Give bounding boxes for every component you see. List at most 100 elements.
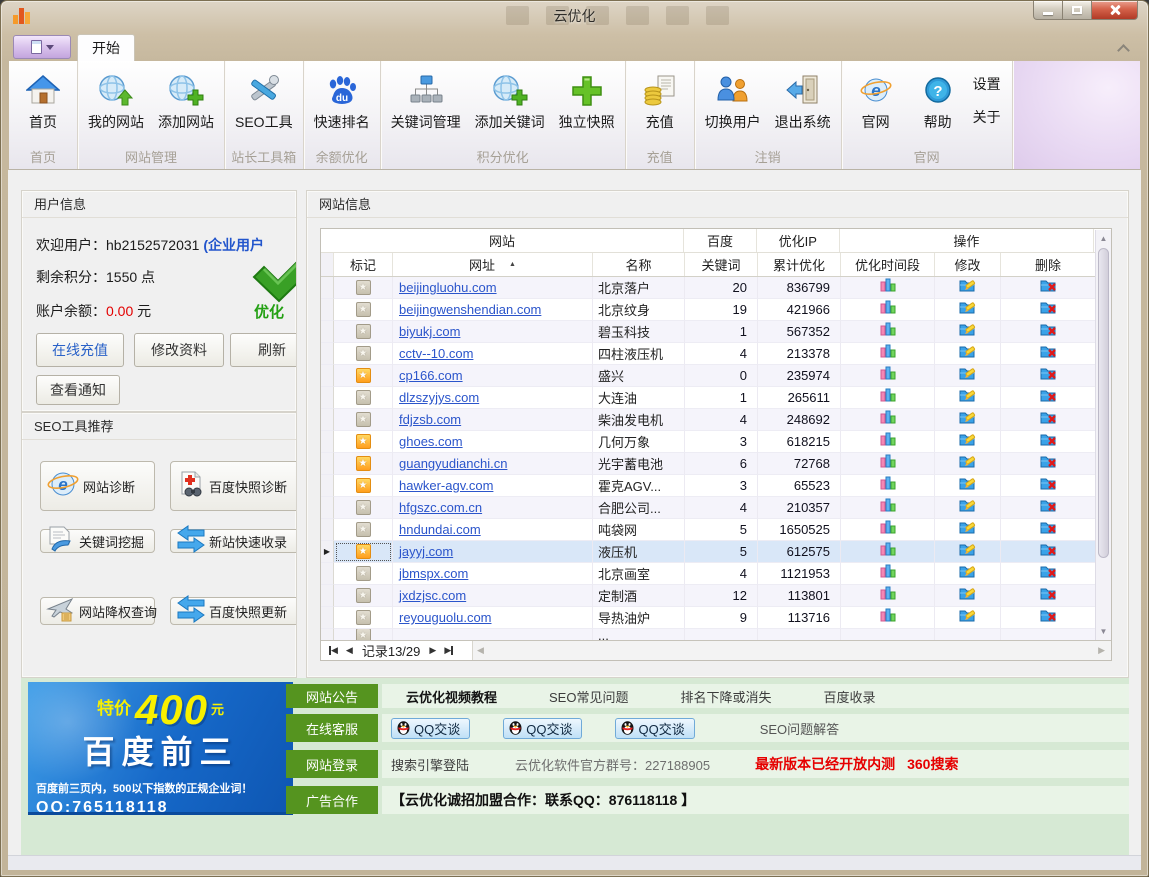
edit-button[interactable]	[959, 498, 976, 517]
delete-button[interactable]	[1040, 608, 1057, 627]
search-engine-login-link[interactable]: 搜索引擎登陆	[391, 755, 469, 774]
ribbon-item-add-keyword[interactable]: 添加关键词	[468, 66, 552, 134]
table-row[interactable]: ▶★jayyj.com液压机5612575	[321, 541, 1111, 563]
delete-button[interactable]	[1040, 344, 1057, 363]
announcement-link[interactable]: SEO常见问题	[549, 687, 628, 706]
qq-chat-button[interactable]: QQ交谈	[503, 718, 582, 739]
qq-chat-button[interactable]: QQ交谈	[615, 718, 694, 739]
ribbon-item-quick-rank[interactable]: du快速排名	[307, 66, 377, 134]
ribbon-collapse-button[interactable]	[1118, 44, 1128, 54]
edit-button[interactable]	[959, 476, 976, 495]
optimize-period-chart-icon[interactable]	[880, 498, 896, 517]
star-toggle[interactable]: ★	[356, 478, 371, 493]
so360-highlight-text[interactable]: 360搜索	[907, 754, 958, 774]
delete-button[interactable]	[1040, 366, 1057, 385]
star-toggle[interactable]: ★	[356, 324, 371, 339]
star-toggle[interactable]: ★	[356, 280, 371, 295]
seo-tool-button-fast-index[interactable]: 新站快速收录	[170, 529, 297, 553]
edit-button[interactable]	[959, 564, 976, 583]
edit-button[interactable]	[959, 454, 976, 473]
site-url-link[interactable]: cctv--10.com	[399, 346, 473, 361]
column-header-name[interactable]: 名称	[593, 253, 685, 276]
edit-button[interactable]	[959, 388, 976, 407]
ribbon-item-help[interactable]: ?帮助	[907, 66, 969, 134]
view-notice-button[interactable]: 查看通知	[36, 375, 120, 405]
ribbon-item-seo-tools[interactable]: SEO工具	[228, 66, 300, 134]
site-url-link[interactable]: dlzszyjys.com	[399, 390, 479, 405]
site-url-link[interactable]: ghoes.com	[399, 434, 463, 449]
ribbon-item-add-site[interactable]: 添加网站	[151, 66, 221, 134]
optimize-period-chart-icon[interactable]	[880, 586, 896, 605]
scroll-down-icon[interactable]: ▼	[1096, 627, 1111, 636]
pager-first-button[interactable]: ◀	[329, 645, 338, 656]
site-url-link[interactable]: beijingwenshendian.com	[399, 302, 541, 317]
ribbon-item-recharge[interactable]: 充值	[629, 66, 691, 134]
group-header-site[interactable]: 网站	[321, 229, 684, 252]
minimize-button[interactable]	[1033, 1, 1063, 20]
delete-button[interactable]	[1040, 432, 1057, 451]
star-toggle[interactable]: ★	[356, 390, 371, 405]
seo-tool-button-snapshot-update[interactable]: 百度快照更新	[170, 597, 297, 625]
table-row[interactable]: ★guangyudianchi.cn光宇蓄电池672768	[321, 453, 1111, 475]
delete-button[interactable]	[1040, 520, 1057, 539]
table-row[interactable]: ★cp166.com盛兴0235974	[321, 365, 1111, 387]
table-row[interactable]: ★dlzszyjys.com大连油1265611	[321, 387, 1111, 409]
delete-button[interactable]	[1040, 410, 1057, 429]
hscroll-left-icon[interactable]: ◀	[477, 645, 484, 656]
pager-last-button[interactable]: ▶	[444, 645, 453, 656]
optimize-period-chart-icon[interactable]	[880, 300, 896, 319]
ribbon-item-keyword-manage[interactable]: 关键词管理	[384, 66, 468, 134]
hscroll-right-icon[interactable]: ▶	[1098, 645, 1105, 656]
ribbon-item-home[interactable]: 首页	[12, 66, 74, 134]
optimize-period-chart-icon[interactable]	[880, 366, 896, 385]
optimize-period-chart-icon[interactable]	[880, 564, 896, 583]
star-toggle[interactable]: ★	[356, 412, 371, 427]
star-toggle[interactable]: ★	[356, 346, 371, 361]
table-row[interactable]: ★reyouguolu.com导热油炉9113716	[321, 607, 1111, 629]
seo-tool-button-demotion-check[interactable]: 网站降权查询	[40, 597, 155, 625]
edit-button[interactable]	[959, 278, 976, 297]
star-toggle[interactable]: ★	[356, 566, 371, 581]
ribbon-item-standalone-snapshot[interactable]: 独立快照	[552, 66, 622, 134]
optimize-period-chart-icon[interactable]	[880, 410, 896, 429]
site-url-link[interactable]: hfgszc.com.cn	[399, 500, 482, 515]
edit-button[interactable]	[959, 586, 976, 605]
ribbon-item-about[interactable]: 关于	[973, 107, 1001, 127]
optimize-period-chart-icon[interactable]	[880, 542, 896, 561]
star-toggle[interactable]: ★	[356, 588, 371, 603]
star-toggle[interactable]: ★	[356, 544, 371, 559]
scrollbar-thumb[interactable]	[1098, 248, 1109, 558]
optimize-period-chart-icon[interactable]	[880, 608, 896, 627]
table-row[interactable]: ★cctv--10.com四柱液压机4213378	[321, 343, 1111, 365]
optimize-period-chart-icon[interactable]	[880, 520, 896, 539]
site-url-link[interactable]: beijingluohu.com	[399, 280, 497, 295]
star-toggle[interactable]: ★	[356, 302, 371, 317]
edit-button[interactable]	[959, 344, 976, 363]
column-header-mark[interactable]: 标记	[334, 253, 393, 276]
seo-tool-button-site-diagnose[interactable]: e网站诊断	[40, 461, 155, 511]
ribbon-item-exit-system[interactable]: 退出系统	[768, 66, 838, 134]
star-toggle[interactable]: ★	[356, 500, 371, 515]
optimize-period-chart-icon[interactable]	[880, 388, 896, 407]
edit-button[interactable]	[959, 608, 976, 627]
table-row[interactable]: ★biyukj.com碧玉科技1567352	[321, 321, 1111, 343]
site-url-link[interactable]: jbmspx.com	[399, 566, 468, 581]
star-toggle[interactable]: ★	[356, 434, 371, 449]
edit-button[interactable]	[959, 322, 976, 341]
optimize-period-chart-icon[interactable]	[880, 344, 896, 363]
table-row[interactable]: ★jxdzjsc.com定制酒12113801	[321, 585, 1111, 607]
edit-button[interactable]	[959, 432, 976, 451]
group-header-baidu[interactable]: 百度	[684, 229, 757, 252]
site-url-link[interactable]: fdjzsb.com	[399, 412, 461, 427]
site-url-link[interactable]: biyukj.com	[399, 324, 460, 339]
maximize-button[interactable]	[1063, 1, 1092, 20]
vertical-scrollbar[interactable]: ▲ ▼	[1095, 230, 1111, 640]
seo-tool-button-snapshot-diagnose[interactable]: 百度快照诊断	[170, 461, 297, 511]
group-header-ip[interactable]: 优化IP	[757, 229, 840, 252]
site-url-link[interactable]: hndundai.com	[399, 522, 481, 537]
refresh-button[interactable]: 刷新	[230, 333, 297, 367]
pager-next-button[interactable]: ▶	[429, 645, 436, 656]
star-toggle[interactable]: ★	[356, 610, 371, 625]
scroll-up-icon[interactable]: ▲	[1096, 234, 1111, 243]
group-header-actions[interactable]: 操作	[840, 229, 1094, 252]
